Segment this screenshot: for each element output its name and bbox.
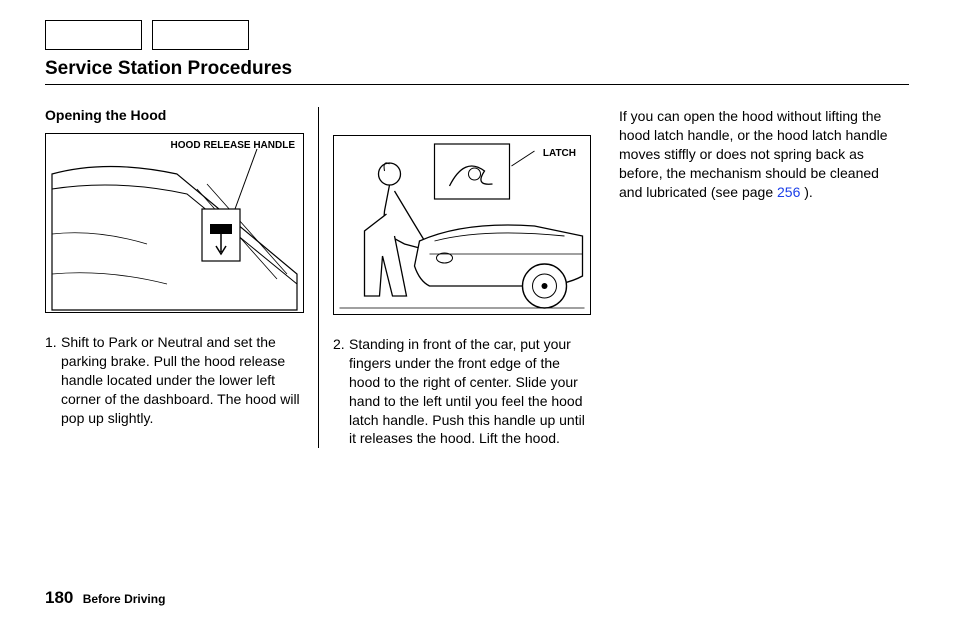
page-footer: 180 Before Driving bbox=[45, 588, 165, 608]
column-right: If you can open the hood without lifting… bbox=[605, 107, 905, 448]
figure2-label: LATCH bbox=[543, 148, 576, 159]
step-1-number: 1. bbox=[45, 333, 61, 427]
column-middle: LATCH bbox=[318, 107, 605, 448]
section-heading: Opening the Hood bbox=[45, 107, 304, 123]
step-2-text: Standing in front of the car, put your f… bbox=[349, 335, 591, 448]
note-suffix: ). bbox=[800, 184, 812, 200]
content-columns: Opening the Hood HOOD RELEASE HANDLE bbox=[45, 107, 909, 448]
page-number: 180 bbox=[45, 588, 73, 607]
note-prefix: If you can open the hood without lifting… bbox=[619, 108, 888, 200]
column-left: Opening the Hood HOOD RELEASE HANDLE bbox=[45, 107, 318, 448]
nav-box-1[interactable] bbox=[45, 20, 142, 50]
top-nav-boxes bbox=[45, 20, 909, 50]
figure-hood-release: HOOD RELEASE HANDLE bbox=[45, 133, 304, 313]
hood-release-illustration bbox=[46, 134, 303, 312]
step-2-number: 2. bbox=[333, 335, 349, 448]
step-2: 2. Standing in front of the car, put you… bbox=[333, 335, 591, 448]
title-rule bbox=[45, 84, 909, 85]
step-1: 1. Shift to Park or Neutral and set the … bbox=[45, 333, 304, 427]
page-root: Service Station Procedures Opening the H… bbox=[0, 0, 954, 630]
figure1-label: HOOD RELEASE HANDLE bbox=[171, 140, 295, 151]
page-title: Service Station Procedures bbox=[45, 58, 909, 80]
page-cross-reference-link[interactable]: 256 bbox=[777, 184, 800, 200]
nav-box-2[interactable] bbox=[152, 20, 249, 50]
latch-illustration bbox=[334, 136, 590, 314]
step-1-text: Shift to Park or Neutral and set the par… bbox=[61, 333, 304, 427]
footer-section: Before Driving bbox=[83, 592, 166, 606]
maintenance-note: If you can open the hood without lifting… bbox=[619, 107, 891, 201]
figure-latch: LATCH bbox=[333, 135, 591, 315]
